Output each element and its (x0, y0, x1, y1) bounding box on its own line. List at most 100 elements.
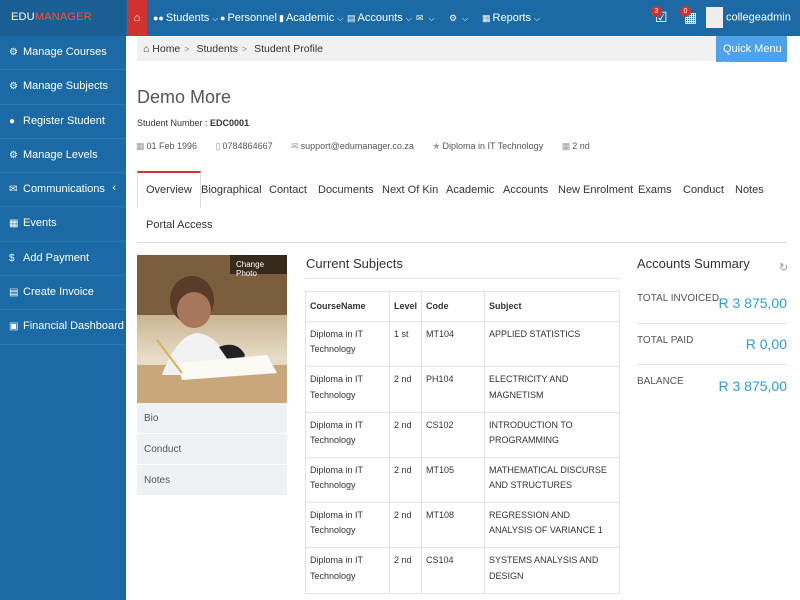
tab-biographical[interactable]: Biographical (201, 184, 262, 196)
logo-text-edu: EDU (11, 11, 35, 23)
table-row: Diploma in IT Technology 1 st MT104 APPLIED… (305, 320, 620, 368)
table-row: Diploma in IT Technology 2 nd MT105 MATHEMA… (305, 456, 620, 504)
level-item: ▦ 2 nd (562, 141, 598, 151)
student-number-label: Student Number : (137, 118, 211, 128)
chevron-down-icon: ⌵ (428, 14, 435, 23)
sidebar-item-manage-levels[interactable]: ⚙ Manage Levels (0, 139, 126, 174)
tab-notes[interactable]: Notes (735, 184, 764, 196)
sidebar-item-register-student[interactable]: ● Register Student (0, 105, 126, 139)
nav-accounts[interactable]: ▤ Accounts ⌵ (347, 12, 412, 24)
sidebar-item-label: Manage Courses (23, 46, 107, 58)
star-icon: ★ (432, 141, 441, 151)
avatar (706, 7, 723, 28)
profile-side-menu: Bio Conduct Notes (137, 403, 287, 496)
nav-reports[interactable]: ▦ Reports ⌵ (482, 12, 540, 24)
tab-academic[interactable]: Academic (446, 184, 494, 196)
table-header-row: CourseName Level Code Subject (305, 291, 620, 322)
sidebar-item-financial-dashboard[interactable]: ▣ Financial Dashboard (0, 310, 126, 345)
column-header: Code (421, 291, 486, 322)
chevron-left-icon: ‹ (112, 182, 116, 195)
cell-course: Diploma in IT Technology (305, 456, 390, 504)
nav-students[interactable]: ●● Students ⌵ (153, 12, 218, 24)
user-menu[interactable]: collegeadmin (706, 7, 791, 28)
email-value[interactable]: support@edumanager.co.za (301, 141, 414, 151)
nav-accounts-label: Accounts (357, 12, 403, 24)
cogs-icon: ⚙ (449, 13, 458, 23)
sidebar-item-label: Create Invoice (23, 286, 94, 299)
course-value: Diploma in IT Technology (442, 141, 544, 151)
nav-settings[interactable]: ⚙ ⌵ (449, 12, 468, 24)
sidebar-item-label: Financial Dashboard (23, 320, 124, 333)
cell-subject: INTRODUCTION TO PROGRAMMING (484, 411, 620, 458)
calendar-badge: 0 (680, 6, 691, 17)
sidebar-item-communications[interactable]: ✉ Communications ‹ (0, 173, 126, 208)
table-row: Diploma in IT Technology 2 nd CS104 SYSTEMS… (305, 547, 620, 594)
cell-subject: REGRESSION AND ANALYSIS OF VARIANCE 1 (484, 502, 620, 549)
sidebar-item-events[interactable]: ▦ Events (0, 207, 126, 242)
cell-subject: SYSTEMS ANALYSIS AND DESIGN (484, 547, 620, 594)
sidebar-item-manage-courses[interactable]: ⚙ Manage Courses (0, 36, 126, 71)
logo-text-manager: MANAGER (34, 11, 92, 23)
side-menu-conduct[interactable]: Conduct (137, 434, 287, 465)
home-button[interactable]: ⌂ (127, 0, 147, 36)
home-icon: ⌂ (133, 12, 141, 24)
money-icon: ▤ (347, 13, 356, 23)
cell-code: MT104 (421, 320, 486, 368)
cell-code: CS102 (421, 411, 486, 458)
tab-conduct[interactable]: Conduct (683, 184, 724, 196)
dob-item: ▦ 01 Feb 1996 (136, 141, 205, 151)
account-row-invoiced: TOTAL INVOICED R 3 875,00 (637, 282, 787, 324)
breadcrumb: ⌂ Home > Students > Student Profile (137, 37, 787, 61)
cell-level: 2 nd (388, 366, 423, 413)
tab-contact[interactable]: Contact (269, 184, 307, 196)
nav-personnel[interactable]: ● Personnel (220, 12, 277, 24)
tab-exams[interactable]: Exams (638, 184, 672, 196)
breadcrumb-separator: > (241, 44, 248, 54)
account-row-paid: TOTAL PAID R 0,00 (637, 324, 787, 365)
chevron-down-icon: ⌵ (337, 14, 344, 23)
app-logo[interactable]: EDUMANAGER (0, 0, 126, 36)
cell-code: PH104 (421, 366, 486, 413)
tab-next-of-kin[interactable]: Next Of Kin (382, 184, 438, 196)
level-value: 2 nd (572, 141, 590, 151)
sidebar-item-create-invoice[interactable]: ▤ Create Invoice (0, 276, 126, 311)
tab-overview[interactable]: Overview (137, 171, 201, 208)
cell-course: Diploma in IT Technology (305, 547, 390, 594)
tab-accounts[interactable]: Accounts (503, 184, 548, 196)
cell-course: Diploma in IT Technology (305, 502, 390, 549)
sidebar-item-label: Manage Subjects (23, 80, 108, 93)
calendar-icon: ▦ (136, 141, 145, 151)
course-item: ★ Diploma in IT Technology (432, 141, 551, 151)
side-menu-bio[interactable]: Bio (137, 403, 287, 434)
sidebar-item-manage-subjects[interactable]: ⚙ Manage Subjects (0, 70, 126, 105)
sidebar-item-label: Manage Levels (23, 148, 98, 161)
sidebar-item-label: Register Student (23, 114, 105, 127)
tab-new-enrolment[interactable]: New Enrolment (558, 184, 633, 196)
breadcrumb-home[interactable]: Home (152, 43, 180, 55)
refresh-icon[interactable]: ↻ (779, 261, 788, 274)
cell-subject: MATHEMATICAL DISCURSE AND STRUCTURES (484, 456, 620, 504)
quick-menu-button[interactable]: Quick Menu ⌵ (716, 36, 787, 66)
breadcrumb-students[interactable]: Students (196, 43, 237, 55)
chevron-down-icon: ⌵ (462, 14, 469, 23)
student-number: Student Number : EDC0001 (137, 118, 249, 128)
subjects-table: CourseName Level Code Subject Diploma in… (305, 291, 620, 594)
table-row: Diploma in IT Technology 2 nd MT108 REGRESS… (305, 502, 620, 549)
users-icon: ●● (153, 13, 164, 23)
breadcrumb-current: Student Profile (254, 43, 323, 55)
cogs-icon: ⚙ (9, 81, 18, 93)
table-row: Diploma in IT Technology 2 nd CS102 INTRODU… (305, 411, 620, 458)
cell-level: 1 st (388, 320, 423, 368)
change-photo-button[interactable]: Change Photo (230, 255, 287, 278)
side-menu-notes[interactable]: Notes (137, 465, 287, 496)
nav-messages[interactable]: ✉ ⌵ (416, 12, 435, 24)
nav-academic[interactable]: ▮ Academic ⌵ (279, 12, 343, 24)
dashboard-icon: ▣ (9, 321, 19, 333)
sidebar-item-add-payment[interactable]: $ Add Payment (0, 242, 126, 277)
tab-portal-access[interactable]: Portal Access (146, 219, 213, 231)
tab-documents[interactable]: Documents (318, 184, 374, 196)
account-label: TOTAL INVOICED (637, 293, 720, 304)
chevron-down-icon: ⌵ (212, 14, 219, 23)
chevron-down-icon: ⌵ (534, 14, 541, 23)
accounts-summary-title: Accounts Summary (637, 256, 750, 271)
